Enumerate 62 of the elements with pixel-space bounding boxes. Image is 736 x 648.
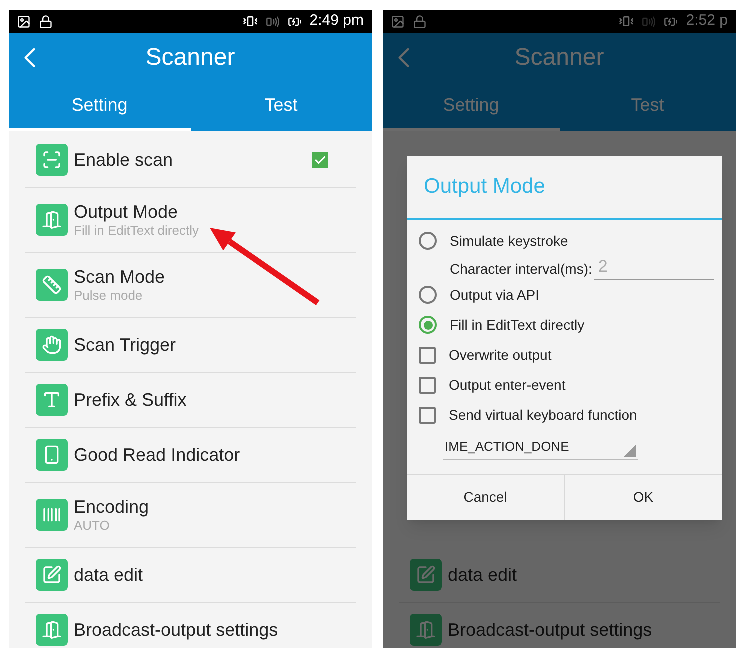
field-label: Character interval(ms):: [450, 260, 592, 279]
item-title: Scan Mode: [74, 266, 166, 288]
status-time: 2:49 pm: [310, 11, 364, 32]
tab[interactable]: Setting: [9, 82, 190, 131]
action-dropdown[interactable]: IME_ACTION_DONE: [443, 434, 638, 460]
barcode-icon: [36, 499, 68, 531]
item-title: Output Mode: [74, 200, 180, 224]
list-item[interactable]: Broadcast-output settings: [25, 603, 356, 648]
list-item[interactable]: Encoding AUTO: [25, 483, 356, 548]
edit-icon: [36, 559, 68, 591]
item-title: data edit: [448, 564, 518, 586]
dialog-button[interactable]: OK: [564, 475, 722, 520]
item-title: Broadcast-output settings: [74, 618, 280, 642]
option-label: Output via API: [450, 286, 540, 305]
item-subtitle: Pulse mode: [74, 288, 144, 304]
toolbar-title: Scanner: [514, 42, 604, 72]
checkbox[interactable]: [419, 346, 436, 364]
image-icon: [391, 14, 405, 28]
radio-button[interactable]: [419, 232, 437, 250]
lock-icon: [39, 14, 53, 28]
ruler-icon: [36, 269, 68, 301]
hand-icon: [36, 329, 68, 361]
image-icon: [17, 14, 31, 28]
option-label: Overwrite output: [449, 346, 552, 365]
vibrate-icon: [619, 14, 634, 29]
radio-button[interactable]: [419, 286, 437, 304]
toolbar-title: Scanner: [146, 42, 236, 72]
list-item[interactable]: Scan Mode Pulse mode: [25, 253, 356, 318]
tab[interactable]: Test: [190, 82, 372, 131]
edit-icon: [410, 559, 442, 591]
door-icon: [36, 204, 68, 236]
list-item[interactable]: data edit: [25, 548, 356, 603]
item-subtitle: AUTO: [74, 518, 111, 534]
item-subtitle: Fill in EditText directly: [74, 223, 200, 240]
option-label: Simulate keystroke: [450, 232, 568, 251]
item-title: Encoding: [74, 496, 150, 518]
option-label: Send virtual keyboard function: [449, 406, 638, 425]
option-label: Fill in EditText directly: [450, 316, 585, 335]
lock-icon: [413, 14, 427, 28]
option-label: Output enter-event: [449, 376, 566, 395]
radio-button[interactable]: [419, 316, 437, 334]
vibrate-icon: [242, 14, 258, 29]
checkbox[interactable]: [419, 406, 436, 424]
item-title: Scan Trigger: [74, 334, 178, 356]
list-item[interactable]: Enable scan: [25, 133, 356, 188]
dialog-button[interactable]: Cancel: [407, 475, 564, 520]
phone-icon: [36, 439, 68, 471]
item-title: Enable scan: [74, 148, 174, 172]
item-title: Prefix & Suffix: [74, 388, 188, 412]
letter-icon: [36, 384, 68, 416]
scanner-icon: [36, 144, 68, 176]
status-time: 2:52 p: [686, 11, 728, 32]
list-item[interactable]: Scan Trigger: [25, 318, 356, 373]
checkbox[interactable]: [312, 152, 328, 168]
item-title: Broadcast-output settings: [448, 618, 654, 642]
checkbox[interactable]: [419, 376, 436, 394]
item-title: data edit: [74, 564, 144, 586]
list-item[interactable]: Prefix & Suffix: [25, 373, 356, 428]
dropdown-triangle-icon: [624, 445, 636, 457]
dialog-title: Output Mode: [424, 174, 546, 200]
item-title: Good Read Indicator: [74, 444, 242, 466]
list-item[interactable]: Good Read Indicator: [25, 428, 356, 483]
